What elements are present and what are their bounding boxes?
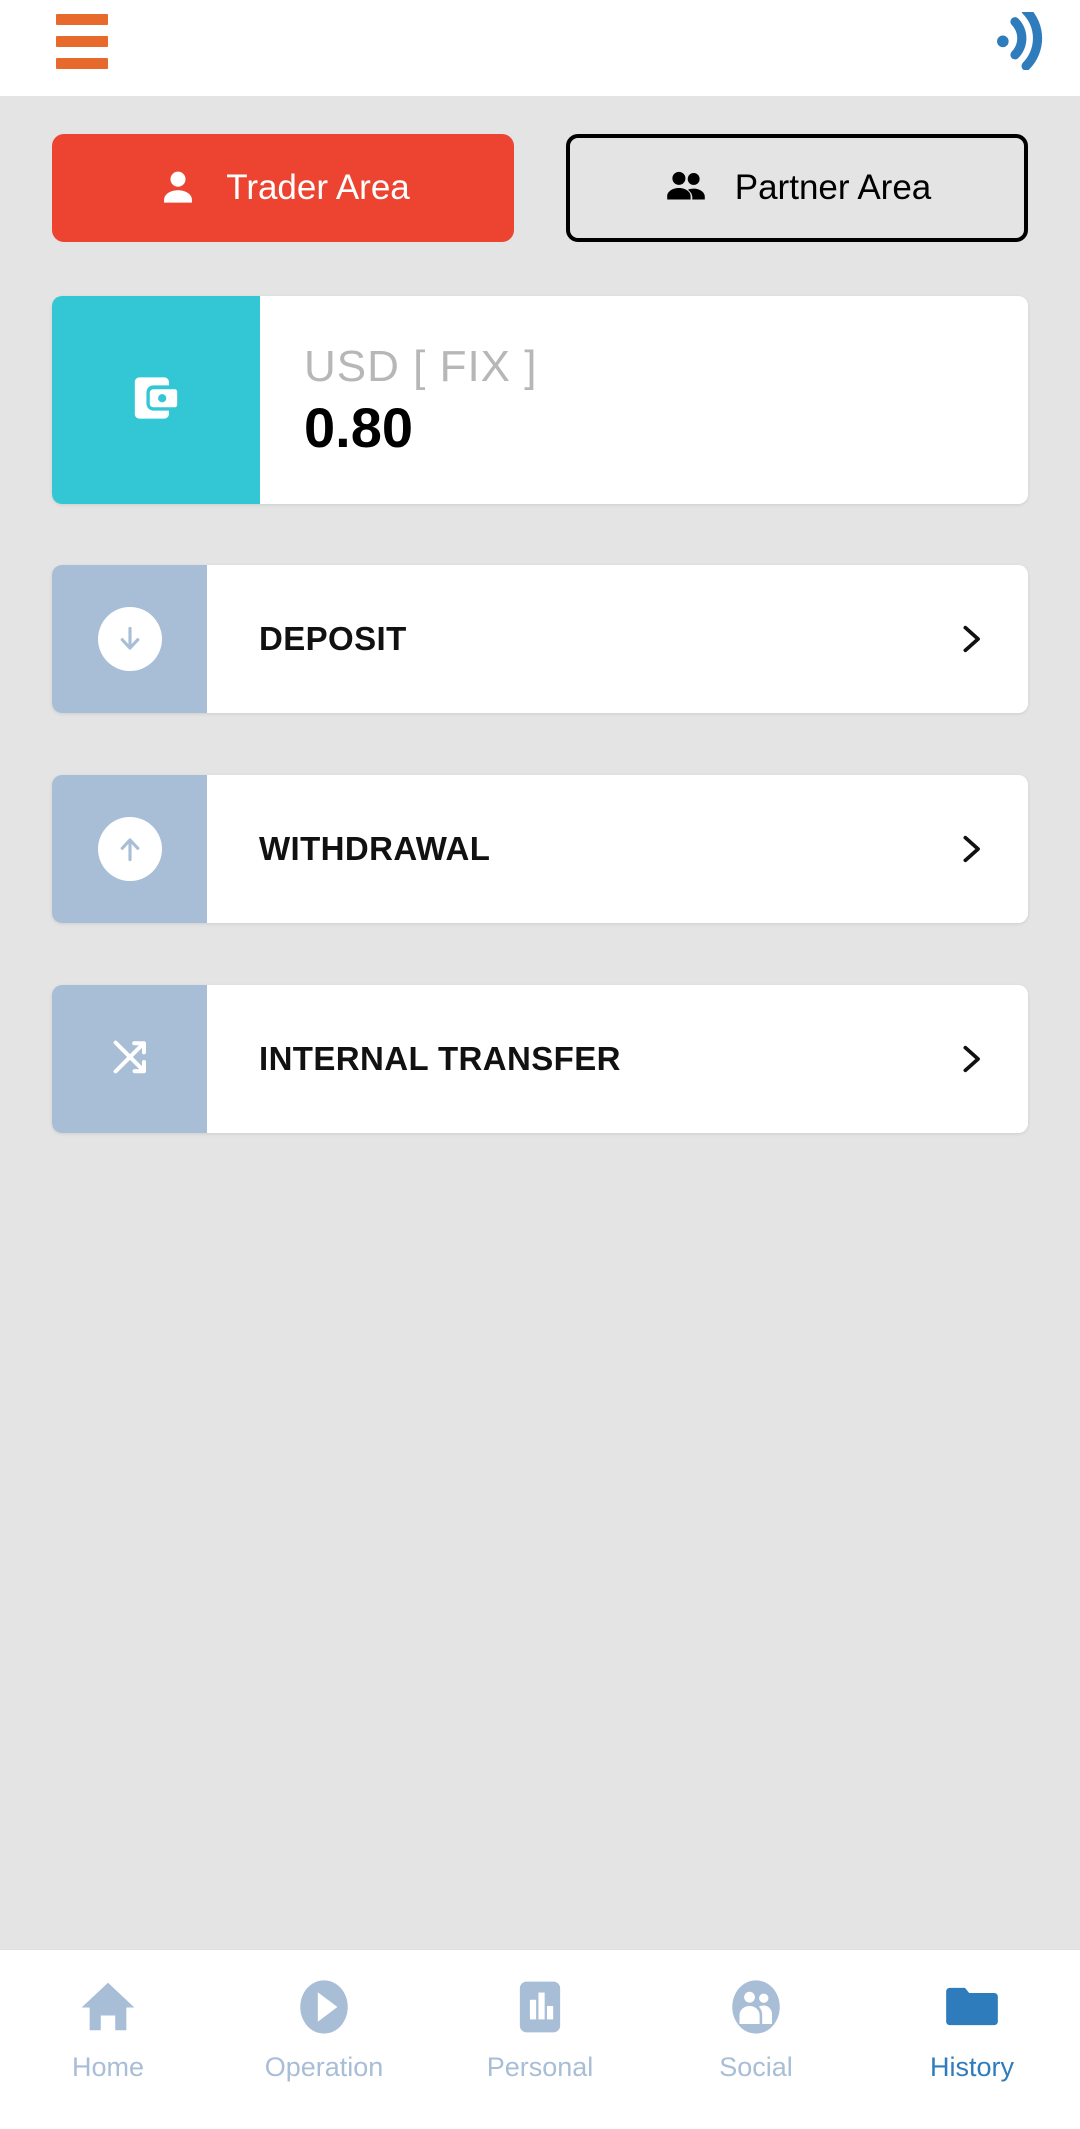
app-screen: Trader Area Partner Area USD [FIX] 0.8… xyxy=(0,0,1080,2129)
nav-label-history: History xyxy=(929,2052,1014,2082)
nav-item-home[interactable]: Home xyxy=(0,1976,216,2083)
nav-label-home: Home xyxy=(71,2052,145,2082)
hamburger-bar xyxy=(56,36,108,47)
trader-area-label: Trader Area xyxy=(226,168,410,207)
people-circle-icon xyxy=(725,1976,787,2038)
deposit-row[interactable]: DEPOSIT xyxy=(52,565,1028,713)
nav-label-personal: Personal xyxy=(486,2052,594,2082)
top-bar xyxy=(0,0,1080,96)
nav-item-history[interactable]: History xyxy=(864,1976,1080,2083)
internal-transfer-body: INTERNAL TRANSFER xyxy=(207,985,1028,1133)
balance-icon-panel xyxy=(52,296,260,504)
shuffle-icon xyxy=(107,1034,153,1085)
chevron-right-icon[interactable] xyxy=(954,1035,988,1083)
deposit-label: DEPOSIT xyxy=(259,620,407,657)
main-content: Trader Area Partner Area USD [FIX] 0.8… xyxy=(0,96,1080,1949)
person-icon xyxy=(156,166,200,210)
people-icon xyxy=(663,165,709,211)
withdrawal-body: WITHDRAWAL xyxy=(207,775,1028,923)
partner-area-tab[interactable]: Partner Area xyxy=(566,134,1028,242)
rss-signal-icon[interactable] xyxy=(994,6,1052,71)
nav-label-operation: Operation xyxy=(264,2052,384,2082)
play-circle-icon xyxy=(293,1976,355,2038)
withdrawal-label: WITHDRAWAL xyxy=(259,830,491,867)
trader-area-tab[interactable]: Trader Area xyxy=(52,134,514,242)
balance-currency: USD [ FIX ] xyxy=(304,341,538,391)
folder-icon xyxy=(941,1976,1003,2038)
hamburger-bar xyxy=(56,58,108,69)
hamburger-bar xyxy=(56,14,108,25)
nav-item-operation[interactable]: Operation xyxy=(216,1976,432,2083)
nav-label-social: Social xyxy=(719,2052,793,2082)
partner-area-label: Partner Area xyxy=(734,168,932,207)
balance-card[interactable]: USD [ FIX ] 0.80 xyxy=(52,296,1028,504)
balance-body: USD [ FIX ] 0.80 xyxy=(260,296,1028,504)
arrow-up-circle-icon xyxy=(97,817,162,881)
deposit-icon-panel xyxy=(52,565,207,713)
chevron-right-icon[interactable] xyxy=(954,825,988,873)
home-icon xyxy=(77,1976,139,2038)
chevron-right-icon[interactable] xyxy=(954,615,988,663)
wallet-icon xyxy=(125,367,187,434)
withdrawal-row[interactable]: WITHDRAWAL xyxy=(52,775,1028,923)
internal-transfer-label: INTERNAL TRANSFER xyxy=(259,1040,621,1077)
arrow-down-circle-icon xyxy=(97,607,162,671)
withdrawal-icon-panel xyxy=(52,775,207,923)
area-selector: Trader Area Partner Area xyxy=(52,134,1028,242)
balance-amount: 0.80 xyxy=(304,395,413,459)
deposit-body: DEPOSIT xyxy=(207,565,1028,713)
bottom-navigation: Home Operation Personal Social History xyxy=(0,1949,1080,2129)
internal-transfer-icon-panel xyxy=(52,985,207,1133)
bar-chart-icon xyxy=(509,1976,571,2038)
nav-item-personal[interactable]: Personal xyxy=(432,1976,648,2083)
hamburger-menu-icon[interactable] xyxy=(56,14,108,69)
internal-transfer-row[interactable]: INTERNAL TRANSFER xyxy=(52,985,1028,1133)
nav-item-social[interactable]: Social xyxy=(648,1976,864,2083)
